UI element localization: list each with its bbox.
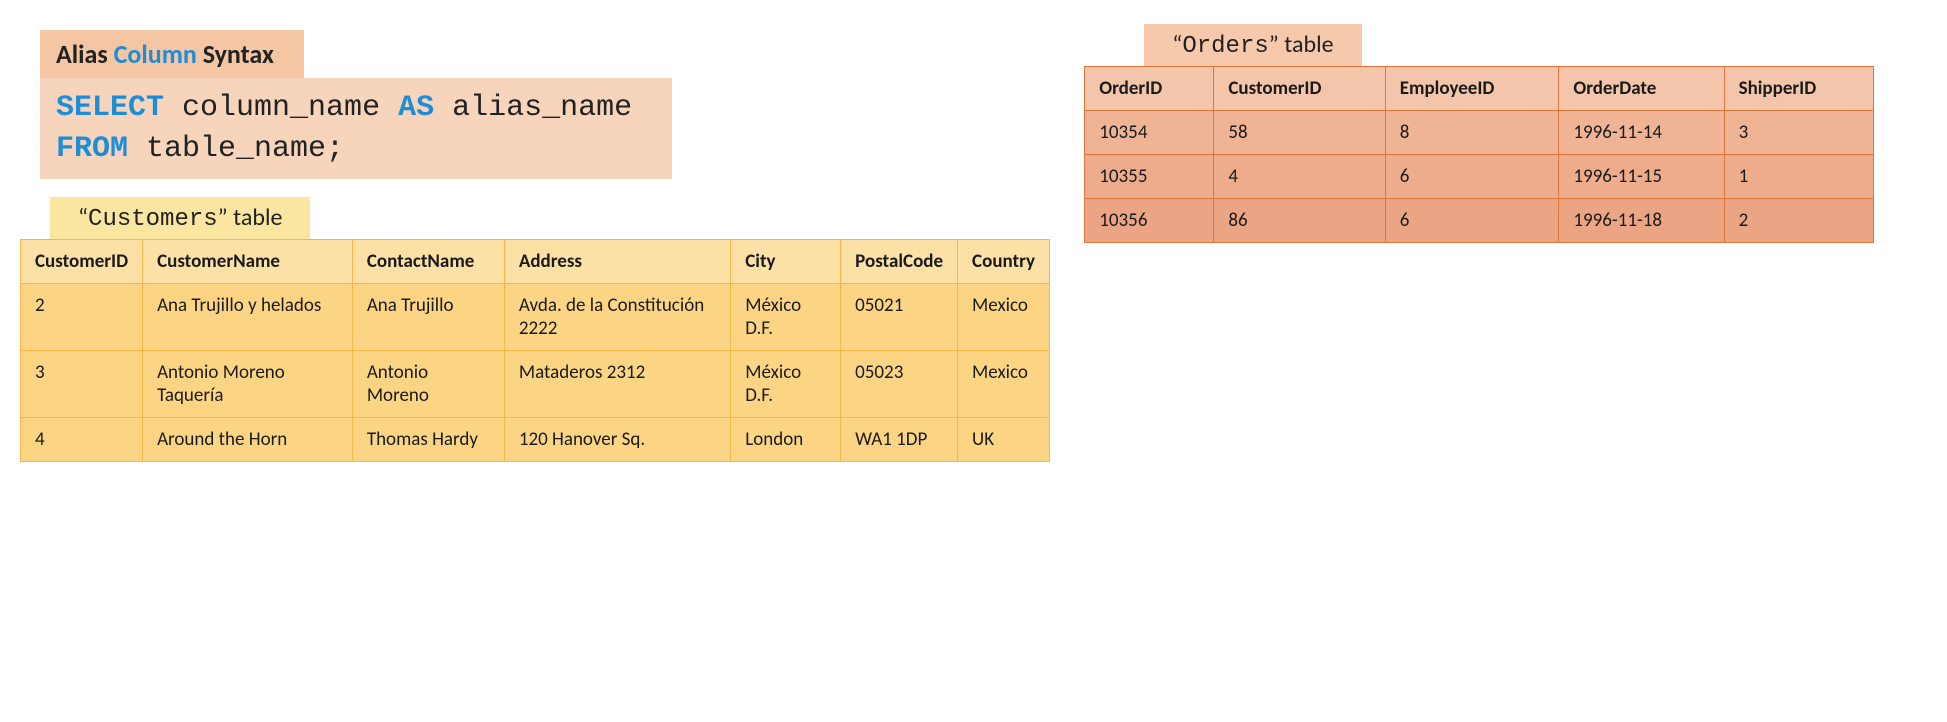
cell: Avda. de la Constitución 2222	[504, 284, 730, 351]
cell: Mexico	[958, 351, 1050, 418]
cell: 2	[1724, 199, 1874, 243]
col-header: ContactName	[352, 240, 504, 284]
heading-pre: Alias	[56, 38, 114, 70]
cell: 120 Hanover Sq.	[504, 418, 730, 462]
cell: 1996-11-18	[1559, 199, 1724, 243]
cell: 86	[1214, 199, 1385, 243]
table-row: 10355 4 6 1996-11-15 1	[1085, 155, 1874, 199]
cell: 05023	[841, 351, 958, 418]
customers-tab-label: “Customers” table	[50, 197, 310, 239]
cell: 4	[1214, 155, 1385, 199]
orders-tab-label: “Orders” table	[1144, 24, 1361, 66]
cell: Mataderos 2312	[504, 351, 730, 418]
syntax-alias: alias_name	[434, 91, 632, 125]
cell: 3	[1724, 111, 1874, 155]
col-header: CustomerID	[1214, 67, 1385, 111]
kw-as: AS	[398, 91, 434, 125]
cell: 1	[1724, 155, 1874, 199]
col-header: OrderDate	[1559, 67, 1724, 111]
tab-pre: “	[1172, 30, 1182, 59]
col-header: PostalCode	[841, 240, 958, 284]
tab-name: Customers	[88, 206, 218, 233]
col-header: City	[731, 240, 841, 284]
tab-post: ” table	[218, 203, 283, 232]
cell: 2	[21, 284, 143, 351]
cell: 1996-11-15	[1559, 155, 1724, 199]
customers-table: CustomerID CustomerName ContactName Addr…	[20, 239, 1050, 462]
heading-highlight: Column	[114, 38, 197, 70]
customers-header-row: CustomerID CustomerName ContactName Addr…	[21, 240, 1050, 284]
cell: 6	[1385, 199, 1559, 243]
cell: London	[731, 418, 841, 462]
kw-select: SELECT	[56, 91, 164, 125]
cell: Ana Trujillo	[352, 284, 504, 351]
cell: 10355	[1085, 155, 1214, 199]
col-header: CustomerName	[143, 240, 353, 284]
alias-column-heading: Alias Column Syntax	[40, 30, 304, 78]
cell: 58	[1214, 111, 1385, 155]
tab-name: Orders	[1182, 33, 1268, 60]
table-row: 3 Antonio Moreno Taquería Antonio Moreno…	[21, 351, 1050, 418]
syntax-col: column_name	[164, 91, 398, 125]
table-row: 4 Around the Horn Thomas Hardy 120 Hanov…	[21, 418, 1050, 462]
cell: México D.F.	[731, 351, 841, 418]
tab-pre: “	[78, 203, 88, 232]
syntax-table: table_name;	[128, 132, 344, 166]
cell: Antonio Moreno	[352, 351, 504, 418]
col-header: CustomerID	[21, 240, 143, 284]
col-header: ShipperID	[1724, 67, 1874, 111]
cell: WA1 1DP	[841, 418, 958, 462]
table-row: 10356 86 6 1996-11-18 2	[1085, 199, 1874, 243]
cell: Thomas Hardy	[352, 418, 504, 462]
table-row: 10354 58 8 1996-11-14 3	[1085, 111, 1874, 155]
cell: 10354	[1085, 111, 1214, 155]
cell: 6	[1385, 155, 1559, 199]
col-header: Address	[504, 240, 730, 284]
cell: Around the Horn	[143, 418, 353, 462]
cell: 1996-11-14	[1559, 111, 1724, 155]
col-header: EmployeeID	[1385, 67, 1559, 111]
sql-syntax-box: SELECT column_name AS alias_name FROM ta…	[40, 78, 672, 179]
cell: México D.F.	[731, 284, 841, 351]
table-row: 2 Ana Trujillo y helados Ana Trujillo Av…	[21, 284, 1050, 351]
tab-post: ” table	[1269, 30, 1334, 59]
orders-header-row: OrderID CustomerID EmployeeID OrderDate …	[1085, 67, 1874, 111]
cell: 10356	[1085, 199, 1214, 243]
cell: 4	[21, 418, 143, 462]
cell: UK	[958, 418, 1050, 462]
cell: Mexico	[958, 284, 1050, 351]
col-header: Country	[958, 240, 1050, 284]
cell: Antonio Moreno Taquería	[143, 351, 353, 418]
cell: 3	[21, 351, 143, 418]
cell: Ana Trujillo y helados	[143, 284, 353, 351]
orders-table: OrderID CustomerID EmployeeID OrderDate …	[1084, 66, 1874, 243]
cell: 8	[1385, 111, 1559, 155]
heading-post: Syntax	[197, 38, 274, 70]
cell: 05021	[841, 284, 958, 351]
kw-from: FROM	[56, 132, 128, 166]
col-header: OrderID	[1085, 67, 1214, 111]
